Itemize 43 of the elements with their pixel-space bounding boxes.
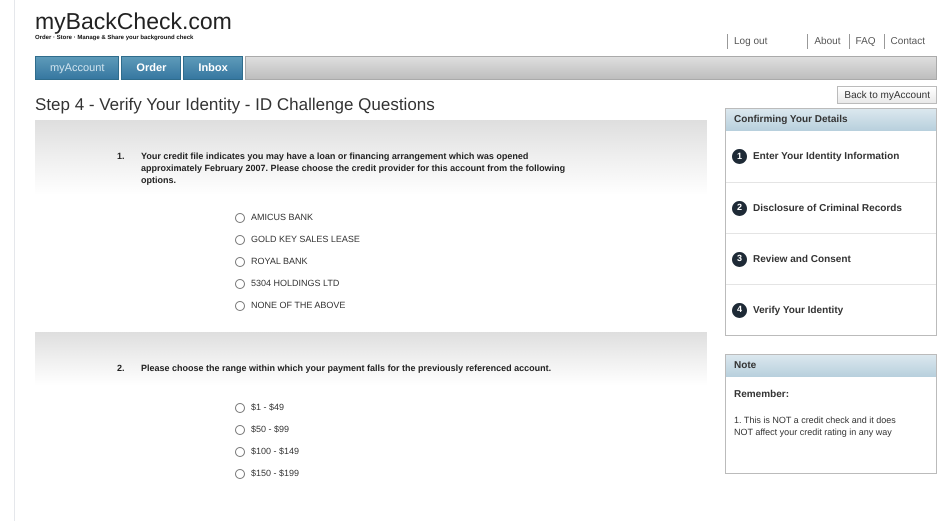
radio-button[interactable]: [235, 257, 245, 267]
question-number: 2.: [117, 362, 126, 375]
question-text: Your credit file indicates you may have a loan or financing arrangement which was opened approximately February 2007. Please choose the credit provider for this account from the following options.: [141, 150, 566, 186]
option-label[interactable]: AMICUS BANK: [251, 211, 314, 225]
step-label: Review and Consent: [753, 252, 851, 266]
option-label[interactable]: GOLD KEY SALES LEASE: [251, 233, 360, 247]
panel-header: Note: [726, 355, 936, 377]
panel-header: Confirming Your Details: [726, 109, 936, 131]
back-button[interactable]: Back to myAccount: [837, 86, 937, 104]
header-link[interactable]: About: [807, 34, 841, 49]
radio-button[interactable]: [235, 468, 245, 478]
page-title: Step 4 - Verify Your Identity - ID Challenge Questions: [35, 94, 436, 116]
option-label[interactable]: 5304 HOLDINGS LTD: [251, 277, 340, 291]
step-label: Disclosure of Criminal Records: [753, 202, 902, 216]
step-number: 1: [732, 149, 747, 164]
site-logo[interactable]: myBackCheck.com: [35, 8, 232, 34]
header-link[interactable]: Log out: [727, 34, 768, 49]
note-text: 1. This is NOT a credit check and it does NOT affect your credit rating in any way: [733, 414, 897, 438]
radio-button[interactable]: [235, 213, 245, 223]
radio-button[interactable]: [235, 446, 245, 456]
nav-tab[interactable]: Order: [121, 56, 182, 80]
radio-button[interactable]: [235, 424, 245, 434]
step-number: 4: [732, 302, 747, 318]
step-number: 2: [732, 200, 747, 216]
nav-tab[interactable]: Inbox: [183, 56, 243, 80]
option-label[interactable]: ROYAL BANK: [251, 255, 308, 269]
header-link[interactable]: Contact: [884, 34, 925, 49]
note-heading: Remember:: [733, 388, 790, 402]
radio-button[interactable]: [235, 402, 245, 412]
step-label: Enter Your Identity Information: [753, 150, 900, 164]
option-label[interactable]: $150 - $199: [251, 466, 300, 480]
question-number: 1.: [117, 150, 126, 163]
step-label: Verify Your Identity: [753, 304, 844, 318]
radio-button[interactable]: [235, 235, 245, 245]
option-label[interactable]: $1 - $49: [251, 400, 284, 414]
question-text: Please choose the range within which your payment falls for the previously referenced account.: [141, 362, 552, 375]
header-link[interactable]: FAQ: [848, 34, 876, 49]
radio-button[interactable]: [235, 279, 245, 289]
radio-button[interactable]: [235, 301, 245, 311]
step-number: 3: [732, 252, 747, 266]
option-label[interactable]: $50 - $99: [251, 422, 290, 436]
option-label[interactable]: $100 - $149: [251, 444, 300, 458]
option-label[interactable]: NONE OF THE ABOVE: [251, 299, 346, 313]
